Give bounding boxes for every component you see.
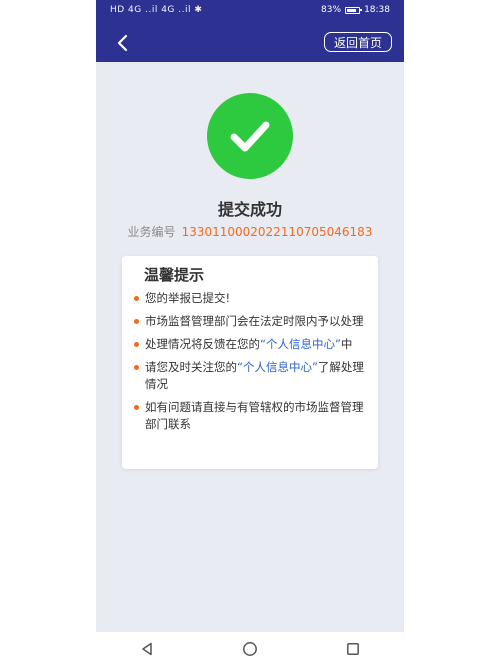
- tip-text: 处理情况将反馈在您的: [145, 337, 260, 351]
- personal-center-link[interactable]: “个人信息中心”: [260, 337, 341, 351]
- back-button[interactable]: [110, 30, 136, 56]
- system-recents-button[interactable]: [333, 635, 373, 663]
- tips-list: 您的举报已提交! 市场监督管理部门会在法定时限内予以处理 处理情况将反馈在您的“…: [134, 290, 370, 439]
- system-back-button[interactable]: [127, 635, 167, 663]
- system-home-button[interactable]: [230, 635, 270, 663]
- system-navigation-bar: [96, 632, 404, 666]
- circle-home-icon: [243, 642, 257, 656]
- bullet-dot: [134, 365, 139, 370]
- tip-text: 中: [340, 337, 353, 351]
- phone-screen: HD 4G ..il 4G ..il ✱ 83% 18:38 返回首页 提交成功…: [96, 0, 404, 666]
- tip-item: 市场监督管理部门会在法定时限内予以处理: [134, 313, 370, 330]
- bullet-dot: [134, 342, 139, 347]
- nav-bar: 返回首页: [96, 24, 404, 62]
- tip-text: 如有问题请直接与有管辖权的市场监督管理部门联系: [145, 400, 364, 431]
- tip-item: 请您及时关注您的“个人信息中心”了解处理情况: [134, 359, 370, 393]
- network-indicators: HD 4G ..il 4G ..il ✱: [110, 5, 203, 15]
- return-home-button[interactable]: 返回首页: [323, 32, 392, 52]
- business-number-row: 业务编号 1330110002022110705046183: [96, 223, 404, 240]
- square-recents-icon: [346, 643, 359, 655]
- tip-item: 处理情况将反馈在您的“个人信息中心”中: [134, 336, 370, 353]
- result-title: 提交成功: [217, 200, 282, 219]
- business-number: 1330110002022110705046183: [181, 225, 373, 239]
- tips-card: 温馨提示 您的举报已提交! 市场监督管理部门会在法定时限内予以处理 处理情况将反…: [122, 256, 378, 469]
- chevron-left-icon: [117, 34, 128, 52]
- tips-title: 温馨提示: [144, 266, 205, 284]
- success-badge: [207, 93, 293, 179]
- check-icon: [230, 121, 270, 152]
- tip-text: 市场监督管理部门会在法定时限内予以处理: [145, 314, 364, 328]
- tip-text: 您的举报已提交!: [145, 291, 231, 305]
- battery-percent: 83%: [321, 5, 342, 15]
- clock: 18:38: [364, 5, 390, 15]
- business-number-label: 业务编号: [127, 225, 176, 239]
- triangle-back-icon: [142, 642, 153, 656]
- status-right: 83% 18:38: [321, 5, 390, 15]
- tip-item: 您的举报已提交!: [134, 290, 370, 307]
- personal-center-link[interactable]: “个人信息中心”: [237, 360, 318, 374]
- bullet-dot: [134, 296, 139, 301]
- bullet-dot: [134, 405, 139, 410]
- status-bar: HD 4G ..il 4G ..il ✱ 83% 18:38: [96, 0, 404, 24]
- bullet-dot: [134, 319, 139, 324]
- tip-item: 如有问题请直接与有管辖权的市场监督管理部门联系: [134, 399, 370, 433]
- tip-text: 请您及时关注您的: [145, 360, 237, 374]
- battery-icon: [345, 6, 363, 14]
